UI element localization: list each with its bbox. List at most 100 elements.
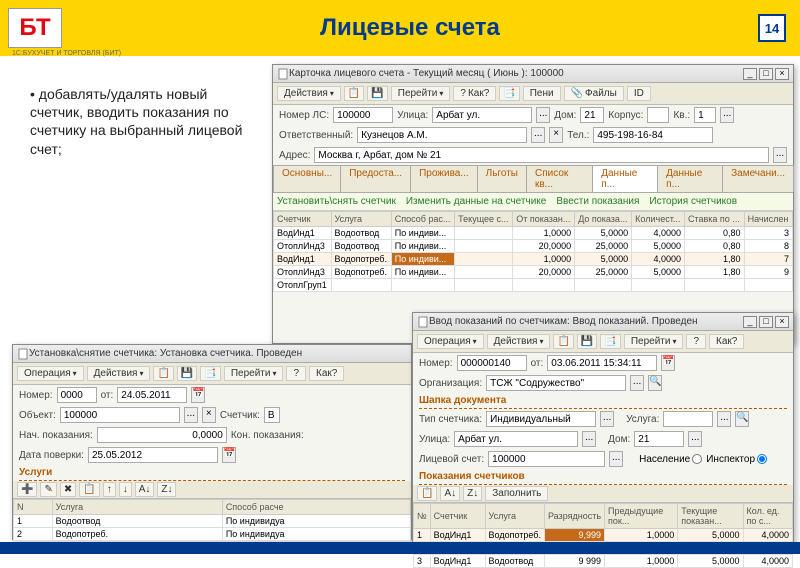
- tool-icon[interactable]: 📋: [79, 482, 99, 497]
- services-table[interactable]: NУслугаСпособ расче 1ВодоотводПо индивид…: [13, 499, 411, 541]
- col-header[interactable]: Количест...: [632, 212, 685, 227]
- help-button[interactable]: ?: [686, 334, 706, 349]
- goto-menu[interactable]: Перейти: [624, 334, 684, 349]
- dom-input[interactable]: [634, 431, 684, 447]
- tool-icon[interactable]: 💾: [177, 366, 197, 381]
- window-titlebar[interactable]: Установка\снятие счетчика: Установка сче…: [13, 345, 411, 363]
- subtab-link[interactable]: История счетчиков: [649, 196, 737, 207]
- add-icon[interactable]: ➕: [17, 482, 37, 497]
- tab[interactable]: Замечани...: [722, 165, 794, 192]
- select-button[interactable]: ...: [630, 375, 644, 391]
- help-button[interactable]: ?: [286, 366, 306, 381]
- kv-input[interactable]: [694, 107, 716, 123]
- sort-az-icon[interactable]: A↓: [135, 482, 155, 497]
- tool-icon-1[interactable]: 📋: [344, 86, 364, 101]
- table-row[interactable]: ОтоплИнд3Водопотреб.По индиви...20,00002…: [274, 266, 793, 279]
- nomer-input[interactable]: [57, 387, 97, 403]
- ls-input[interactable]: [488, 451, 605, 467]
- actions-menu[interactable]: Действия: [277, 86, 341, 101]
- tab[interactable]: Данные п...: [592, 165, 658, 192]
- select-button[interactable]: ...: [773, 147, 787, 163]
- tip-input[interactable]: [486, 411, 596, 427]
- col-header[interactable]: Услуга: [485, 504, 544, 529]
- date-input[interactable]: [117, 387, 187, 403]
- col-header[interactable]: №: [414, 504, 431, 529]
- tool-icon[interactable]: 📑: [200, 366, 220, 381]
- tab[interactable]: Данные п...: [657, 165, 723, 192]
- tool-icon[interactable]: 📋: [417, 486, 437, 501]
- up-icon[interactable]: ↑: [103, 482, 116, 497]
- select-button[interactable]: ...: [184, 407, 198, 423]
- tab[interactable]: Список кв...: [526, 165, 593, 192]
- window-titlebar[interactable]: Ввод показаний по счетчикам: Ввод показа…: [413, 313, 793, 331]
- col-header[interactable]: Услуга: [331, 212, 391, 227]
- usl-input[interactable]: [663, 411, 713, 427]
- readings-table[interactable]: №СчетчикУслугаРазрядностьПредыдущие пок.…: [413, 503, 793, 568]
- select-button[interactable]: ...: [536, 107, 550, 123]
- help-button[interactable]: ? Как?: [453, 86, 496, 101]
- obj-input[interactable]: [60, 407, 180, 423]
- search-button[interactable]: 🔍: [648, 375, 662, 391]
- table-row[interactable]: 2Водопотреб.По индивидуа: [14, 528, 411, 541]
- delete-icon[interactable]: ✖: [60, 482, 76, 497]
- sort-az-icon[interactable]: A↓: [440, 486, 460, 501]
- table-row[interactable]: 3ВодИнд1Водоотвод9 9991,00005,00004,0000: [414, 555, 793, 568]
- org-input[interactable]: [486, 375, 626, 391]
- subtab-link[interactable]: Изменить данные на счетчике: [406, 196, 546, 207]
- data-input[interactable]: [88, 447, 218, 463]
- down-icon[interactable]: ↓: [119, 482, 132, 497]
- col-header[interactable]: Предыдущие пок...: [605, 504, 678, 529]
- close-button[interactable]: ×: [775, 68, 789, 80]
- col-header[interactable]: Способ рас...: [391, 212, 454, 227]
- col-header[interactable]: Текущее с...: [455, 212, 513, 227]
- close-button[interactable]: ×: [775, 316, 789, 328]
- select-button[interactable]: ...: [717, 411, 731, 427]
- calendar-button[interactable]: 📅: [191, 387, 205, 403]
- select-button[interactable]: ...: [688, 431, 702, 447]
- clear-button[interactable]: ×: [202, 407, 216, 423]
- population-radio[interactable]: Население: [639, 454, 702, 465]
- adres-input[interactable]: [314, 147, 769, 163]
- window-titlebar[interactable]: Карточка лицевого счета - Текущий месяц …: [273, 65, 793, 83]
- select-button[interactable]: ...: [720, 107, 734, 123]
- meters-table[interactable]: СчетчикУслугаСпособ рас...Текущее с...От…: [273, 211, 793, 292]
- maximize-button[interactable]: □: [759, 68, 773, 80]
- col-header[interactable]: От показан...: [513, 212, 575, 227]
- tool-icon[interactable]: 💾: [577, 334, 597, 349]
- ul-input[interactable]: [454, 431, 578, 447]
- select-button[interactable]: ...: [531, 127, 545, 143]
- id-button[interactable]: ID: [627, 86, 651, 101]
- otv-input[interactable]: [357, 127, 527, 143]
- subtab-link[interactable]: Установить\снять счетчик: [277, 196, 396, 207]
- operation-menu[interactable]: Операция: [417, 334, 484, 349]
- actions-menu[interactable]: Действия: [87, 366, 151, 381]
- select-button[interactable]: ...: [609, 451, 623, 467]
- col-header[interactable]: Способ расче: [222, 500, 410, 515]
- col-header[interactable]: N: [14, 500, 53, 515]
- tool-icon[interactable]: 📋: [153, 366, 173, 381]
- tab[interactable]: Льготы: [477, 165, 527, 192]
- col-header[interactable]: Счетчик: [430, 504, 485, 529]
- peni-button[interactable]: Пени: [523, 86, 561, 101]
- tel-input[interactable]: [593, 127, 713, 143]
- tool-icon[interactable]: 📋: [553, 334, 573, 349]
- korpus-input[interactable]: [647, 107, 669, 123]
- table-row[interactable]: ВодИнд1ВодоотводПо индиви...1,00005,0000…: [274, 227, 793, 240]
- sch-input[interactable]: [264, 407, 280, 423]
- sort-za-icon[interactable]: Z↓: [463, 486, 482, 501]
- table-row[interactable]: 1ВодИнд1Водопотреб.9,9991,00005,00004,00…: [414, 529, 793, 542]
- tool-icon-2[interactable]: 💾: [367, 86, 387, 101]
- ulitsa-input[interactable]: [432, 107, 532, 123]
- minimize-button[interactable]: _: [743, 316, 757, 328]
- search-button[interactable]: 🔍: [735, 411, 749, 427]
- files-button[interactable]: 📎 Файлы: [564, 86, 624, 101]
- nach-input[interactable]: [97, 427, 227, 443]
- operation-menu[interactable]: Операция: [17, 366, 84, 381]
- sort-za-icon[interactable]: Z↓: [157, 482, 176, 497]
- tool-icon-3[interactable]: 📑: [499, 86, 519, 101]
- fill-button[interactable]: Заполнить: [485, 486, 548, 501]
- table-row[interactable]: ОтоплГруп1: [274, 279, 793, 292]
- calendar-button[interactable]: 📅: [661, 355, 675, 371]
- subtab-link[interactable]: Ввести показания: [556, 196, 639, 207]
- nomer-input[interactable]: [333, 107, 393, 123]
